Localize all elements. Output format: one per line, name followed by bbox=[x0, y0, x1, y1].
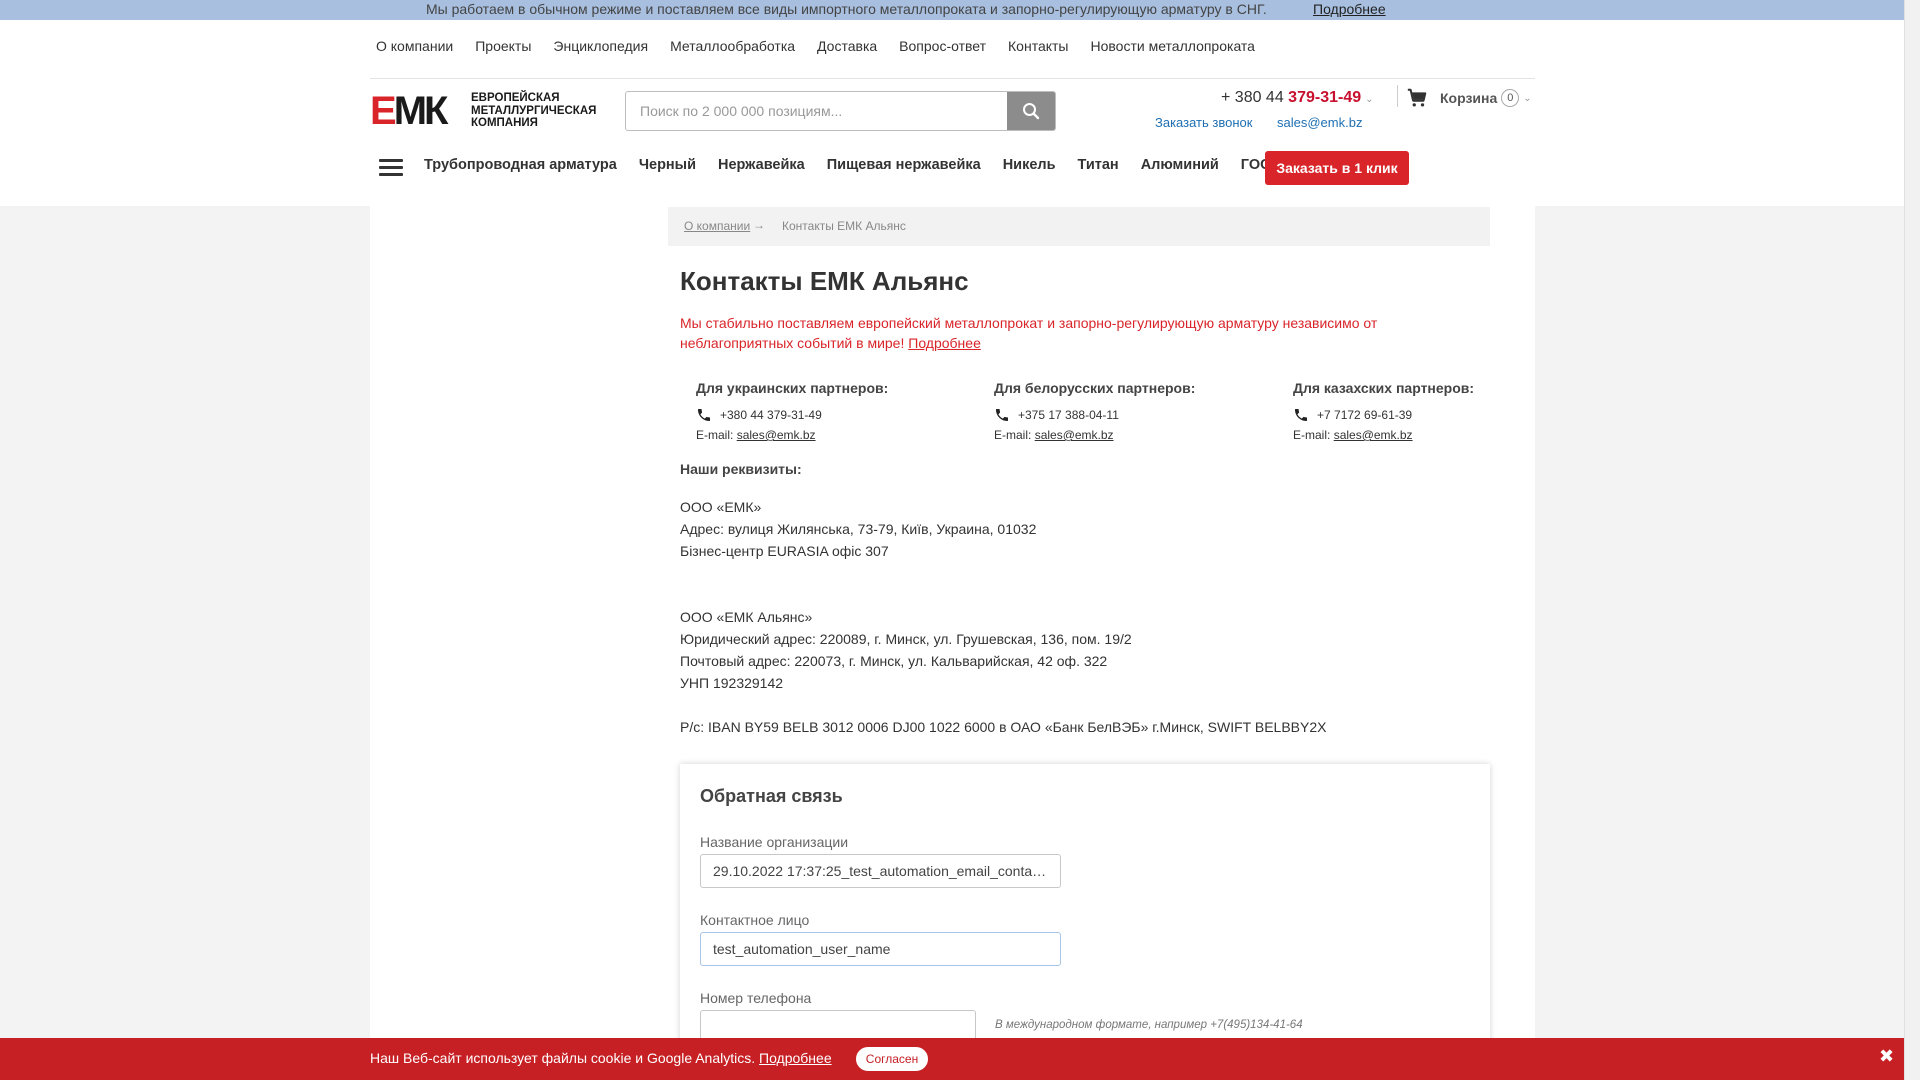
top-menu-item-projects[interactable]: Проекты bbox=[475, 38, 531, 60]
top-menu-item-contacts[interactable]: Контакты bbox=[1008, 38, 1068, 60]
requisites-ua-name: ООО «ЕМК» bbox=[680, 499, 762, 515]
contact-title: Для украинских партнеров: bbox=[696, 380, 889, 396]
contact-column-belarus: Для белорусских партнеров: +375 17 388-0… bbox=[994, 380, 1224, 442]
contact-title: Для белорусских партнеров: bbox=[994, 380, 1196, 396]
top-menu-item-delivery[interactable]: Доставка bbox=[817, 38, 877, 60]
lead-paragraph: Мы стабильно поставляем европейский мета… bbox=[680, 313, 1400, 353]
lead-more-link[interactable]: Подробнее bbox=[908, 335, 981, 351]
contact-phone: +375 17 388-04-11 bbox=[994, 407, 1119, 423]
menu-burger-icon[interactable] bbox=[379, 159, 403, 177]
contact-person-label: Контактное лицо bbox=[700, 912, 810, 928]
order-one-click-button[interactable]: Заказать в 1 клик bbox=[1265, 151, 1409, 185]
chevron-down-icon: ⌄ bbox=[1523, 92, 1532, 104]
cart-label: Корзина bbox=[1440, 90, 1498, 106]
search-button[interactable] bbox=[1007, 92, 1055, 130]
contact-email: E-mail: sales@emk.bz bbox=[994, 428, 1114, 442]
feedback-form: Обратная связь Название организации Конт… bbox=[680, 764, 1490, 1074]
cookie-agree-button[interactable]: Согласен bbox=[856, 1047, 928, 1071]
phone-icon bbox=[996, 409, 1008, 421]
breadcrumb-parent-link[interactable]: О компании bbox=[684, 219, 750, 233]
close-icon[interactable]: ✖ bbox=[1879, 1046, 1894, 1067]
header-email-link[interactable]: sales@emk.bz bbox=[1277, 115, 1362, 130]
requisites-ua-address: Адрес: вулиця Жилянська, 73-79, Київ, Ук… bbox=[680, 521, 1037, 537]
top-menu-item-metalworking[interactable]: Металлообработка bbox=[670, 38, 795, 60]
requisites-ua-office: Бізнес-центр EURASIA офіс 307 bbox=[680, 543, 889, 559]
logo-text: ЕВРОПЕЙСКАЯ МЕТАЛЛУРГИЧЕСКАЯ КОМПАНИЯ bbox=[471, 92, 597, 130]
breadcrumb-current: Контакты ЕМК Альянс bbox=[782, 219, 906, 233]
top-menu-item-encyclopedia[interactable]: Энциклопедия bbox=[553, 38, 648, 60]
header-phone[interactable]: + 380 44 379-31-49 ⌄ bbox=[1221, 89, 1374, 107]
contact-phone: +7 7172 69-61-39 bbox=[1293, 407, 1412, 423]
category-titanium[interactable]: Титан bbox=[1078, 157, 1119, 179]
contact-column-ukraine: Для украинских партнеров: +380 44 379-31… bbox=[696, 380, 926, 442]
search-input[interactable] bbox=[626, 92, 1006, 130]
top-notice-more-link[interactable]: Подробнее bbox=[1313, 1, 1386, 17]
contact-person-field[interactable] bbox=[700, 932, 1061, 966]
phone-icon bbox=[1295, 409, 1307, 421]
lead-text: Мы стабильно поставляем европейский мета… bbox=[680, 315, 1378, 351]
header-vertical-divider bbox=[1397, 85, 1398, 107]
top-notice-bar: Мы работаем в обычном режиме и поставляе… bbox=[0, 0, 1904, 20]
organization-field[interactable] bbox=[700, 854, 1061, 888]
breadcrumb-arrow: → bbox=[753, 218, 765, 232]
phone-format-hint: В международном формате, например +7(495… bbox=[995, 1019, 1303, 1031]
requisites-title: Наши реквизиты: bbox=[680, 461, 802, 477]
requisites-by-unp: УНП 192329142 bbox=[680, 675, 784, 691]
page-scrollbar[interactable] bbox=[1904, 0, 1920, 1080]
top-menu-item-about[interactable]: О компании bbox=[376, 38, 453, 60]
cart-icon bbox=[1407, 88, 1427, 107]
category-menu: Трубопроводная арматура Черный Нержавейк… bbox=[424, 157, 1301, 179]
contact-email-link[interactable]: sales@emk.bz bbox=[1035, 428, 1114, 442]
category-aluminium[interactable]: Алюминий bbox=[1141, 157, 1219, 179]
cart-button[interactable]: Корзина 0 ⌄ bbox=[1406, 86, 1532, 110]
top-menu: О компании Проекты Энциклопедия Металлоо… bbox=[370, 38, 1271, 60]
requisites-by-account: Р/с: IBAN BY59 BELB 3012 0006 DJ00 1022 … bbox=[680, 719, 1327, 735]
contact-email-link[interactable]: sales@emk.bz bbox=[1334, 428, 1413, 442]
top-menu-item-news[interactable]: Новости металлопроката bbox=[1091, 38, 1255, 60]
cookie-banner: Наш Веб-сайт использует файлы cookie и G… bbox=[0, 1038, 1904, 1080]
requisites-by-postal-address: Почтовый адрес: 220073, г. Минск, ул. Ка… bbox=[680, 653, 1108, 669]
callback-link[interactable]: Заказать звонок bbox=[1155, 115, 1252, 130]
category-pipeline-valves[interactable]: Трубопроводная арматура bbox=[424, 157, 617, 179]
category-stainless[interactable]: Нержавейка bbox=[718, 157, 805, 179]
top-menu-item-faq[interactable]: Вопрос-ответ bbox=[899, 38, 986, 60]
contact-phone: +380 44 379-31-49 bbox=[696, 407, 822, 423]
breadcrumb: О компании → Контакты ЕМК Альянс bbox=[668, 207, 1490, 246]
requisites-by-legal-address: Юридический адрес: 220089, г. Минск, ул.… bbox=[680, 631, 1132, 647]
cookie-more-link[interactable]: Подробнее bbox=[759, 1050, 832, 1066]
contact-title: Для казахских партнеров: bbox=[1293, 380, 1475, 396]
category-food-stainless[interactable]: Пищевая нержавейка bbox=[827, 157, 981, 179]
contact-email: E-mail: sales@emk.bz bbox=[1293, 428, 1413, 442]
phone-icon bbox=[698, 409, 710, 421]
feedback-form-title: Обратная связь bbox=[700, 786, 843, 806]
search-icon bbox=[1023, 103, 1040, 120]
cart-count-badge: 0 bbox=[1501, 89, 1520, 107]
contact-column-kazakhstan: Для казахских партнеров: +7 7172 69-61-3… bbox=[1293, 380, 1523, 442]
category-black[interactable]: Черный bbox=[639, 157, 696, 179]
contact-email: E-mail: sales@emk.bz bbox=[696, 428, 816, 442]
cookie-text: Наш Веб-сайт использует файлы cookie и G… bbox=[370, 1050, 756, 1066]
requisites-by-name: ООО «ЕМК Альянс» bbox=[680, 609, 813, 625]
site-logo[interactable]: ЕМК ЕВРОПЕЙСКАЯ МЕТАЛЛУРГИЧЕСКАЯ КОМПАНИ… bbox=[370, 89, 606, 133]
phone-number-label: Номер телефона bbox=[700, 990, 812, 1006]
top-notice-text: Мы работаем в обычном режиме и поставляе… bbox=[426, 1, 1267, 17]
logo-mark: ЕМК bbox=[370, 89, 448, 133]
page-title: Контакты ЕМК Альянс bbox=[680, 266, 969, 296]
category-nickel[interactable]: Никель bbox=[1003, 157, 1056, 179]
search-box bbox=[625, 91, 1056, 131]
organization-label: Название организации bbox=[700, 834, 849, 850]
chevron-down-icon: ⌄ bbox=[1365, 94, 1374, 105]
header-divider bbox=[370, 78, 1535, 79]
contact-email-link[interactable]: sales@emk.bz bbox=[737, 428, 816, 442]
